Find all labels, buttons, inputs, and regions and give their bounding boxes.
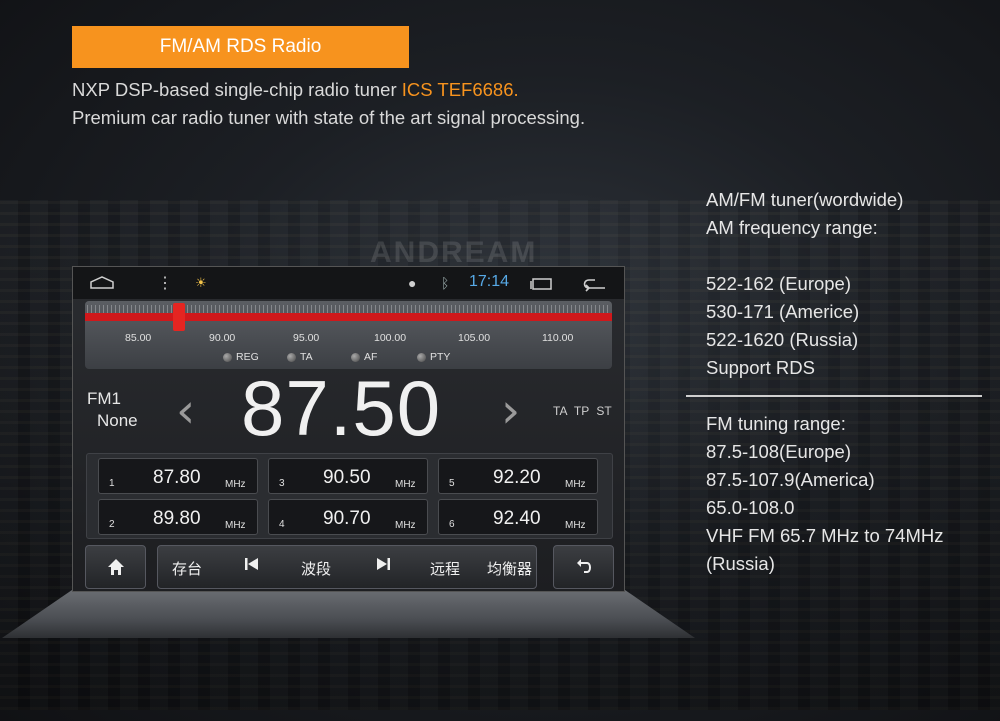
preset-grid: 1 87.80 MHz 3 90.50 MHz 5 92.20 MHz 2 89…	[86, 453, 613, 539]
am-range: Support RDS	[706, 357, 815, 378]
preset-frequency: 90.50	[323, 467, 371, 488]
current-frequency: 87.50	[241, 364, 442, 452]
preset-frequency: 90.70	[323, 508, 371, 529]
fm-range: (Russia)	[706, 553, 775, 574]
option-reg[interactable]: REG	[223, 351, 259, 363]
intro-line-1-text: NXP DSP-based single-chip radio tuner	[72, 79, 402, 100]
option-label: AF	[364, 351, 378, 363]
seek-down-icon[interactable]: ‹	[176, 387, 195, 435]
scale-label: 90.00	[209, 332, 236, 344]
section-banner: FM/AM RDS Radio	[72, 26, 409, 68]
preset-frequency: 92.40	[493, 508, 541, 529]
scale-label: 95.00	[293, 332, 320, 344]
scale-label: 85.00	[125, 332, 152, 344]
option-label: REG	[236, 351, 259, 363]
return-button[interactable]	[553, 545, 614, 589]
device-bezel	[2, 590, 695, 638]
am-header-1: AM/FM tuner(wordwide)	[706, 189, 904, 210]
am-range: 530-171 (Americe)	[706, 301, 860, 322]
clock: 17:14	[469, 273, 510, 290]
tuning-scale[interactable]: 85.00 90.00 95.00 100.00 105.00 110.00 R…	[85, 301, 612, 369]
equalizer-button[interactable]: 均衡器	[487, 558, 532, 579]
preset-number: 3	[279, 478, 285, 489]
preset-unit: MHz	[225, 520, 246, 531]
preset-button-2[interactable]: 2 89.80 MHz	[98, 499, 258, 535]
am-range: 522-1620 (Russia)	[706, 329, 859, 350]
am-specs: AM/FM tuner(wordwide) AM frequency range…	[706, 186, 903, 382]
brightness-icon: ☀	[195, 275, 207, 290]
scale-label: 100.00	[374, 332, 407, 344]
preset-unit: MHz	[225, 479, 246, 490]
radio-dot-icon	[351, 352, 360, 362]
recent-apps-icon[interactable]	[529, 277, 555, 291]
scale-label: 110.00	[542, 332, 574, 344]
option-ta[interactable]: TA	[287, 351, 313, 363]
fm-range: 65.0-108.0	[706, 497, 795, 518]
preset-unit: MHz	[395, 479, 416, 490]
radio-dot-icon	[287, 352, 296, 362]
am-header-2: AM frequency range:	[706, 217, 878, 238]
option-label: TA	[300, 351, 313, 363]
divider	[686, 395, 982, 397]
location-icon: ●	[408, 275, 417, 291]
radio-dot-icon	[223, 352, 232, 362]
next-station-icon[interactable]	[375, 557, 391, 575]
fm-range: 87.5-108(Europe)	[706, 441, 852, 462]
fm-header: FM tuning range:	[706, 413, 846, 434]
preset-frequency: 89.80	[153, 508, 201, 529]
intro-text: NXP DSP-based single-chip radio tuner IC…	[72, 76, 585, 132]
preset-button-1[interactable]: 1 87.80 MHz	[98, 458, 258, 494]
radio-dot-icon	[417, 352, 426, 362]
scale-band	[85, 313, 612, 321]
intro-line-2: Premium car radio tuner with state of th…	[72, 107, 586, 128]
rds-flags: TA TP ST	[553, 404, 612, 418]
preset-number: 2	[109, 519, 115, 530]
distance-button[interactable]: 远程	[430, 558, 460, 579]
fm-range: VHF FM 65.7 MHz to 74MHz	[706, 525, 944, 546]
preset-unit: MHz	[565, 479, 586, 490]
prev-station-icon[interactable]	[244, 557, 260, 575]
am-range: 522-162 (Europe)	[706, 273, 852, 294]
seek-up-icon[interactable]: ›	[501, 387, 520, 435]
preset-unit: MHz	[395, 520, 416, 531]
band-name[interactable]: FM1	[87, 389, 121, 409]
back-icon[interactable]	[583, 276, 609, 292]
preset-frequency: 92.20	[493, 467, 541, 488]
home-button[interactable]	[85, 545, 146, 589]
brand-watermark: ANDREAM	[370, 236, 538, 269]
preset-number: 5	[449, 478, 455, 489]
fm-specs: FM tuning range: 87.5-108(Europe) 87.5-1…	[706, 410, 943, 578]
banner-title: FM/AM RDS Radio	[159, 36, 322, 57]
save-station-button[interactable]: 存台	[172, 558, 202, 579]
option-pty[interactable]: PTY	[417, 351, 450, 363]
option-label: PTY	[430, 351, 451, 363]
preset-frequency: 87.80	[153, 467, 201, 488]
preset-button-3[interactable]: 3 90.50 MHz	[268, 458, 428, 494]
preset-number: 6	[449, 519, 455, 530]
fm-range: 87.5-107.9(America)	[706, 469, 875, 490]
tuner-model: ICS TEF6686.	[401, 79, 519, 100]
bluetooth-icon: ᛒ	[441, 275, 450, 291]
intro-line-1: NXP DSP-based single-chip radio tuner IC…	[72, 76, 585, 104]
tuning-needle[interactable]	[173, 303, 185, 331]
preset-number: 4	[279, 519, 285, 530]
control-bar: 存台 波段 远程 均衡器	[157, 545, 537, 589]
menu-icon[interactable]: ⋮	[157, 273, 173, 293]
radio-screen: ⋮ ☀ ● ᛒ 17:14 85.00 90.00 95.00 100.00 1…	[72, 266, 625, 592]
return-icon	[576, 559, 591, 573]
preset-button-4[interactable]: 4 90.70 MHz	[268, 499, 428, 535]
preset-unit: MHz	[565, 520, 586, 531]
option-af[interactable]: AF	[351, 351, 377, 363]
station-name: None	[97, 411, 138, 430]
home-outline-icon[interactable]	[89, 276, 115, 290]
status-bar: ⋮ ☀ ● ᛒ 17:14	[73, 267, 624, 299]
band-button[interactable]: 波段	[301, 558, 331, 579]
scale-label: 105.00	[458, 332, 491, 344]
preset-button-5[interactable]: 5 92.20 MHz	[438, 458, 598, 494]
preset-button-6[interactable]: 6 92.40 MHz	[438, 499, 598, 535]
home-icon	[107, 559, 124, 575]
preset-number: 1	[109, 478, 115, 489]
